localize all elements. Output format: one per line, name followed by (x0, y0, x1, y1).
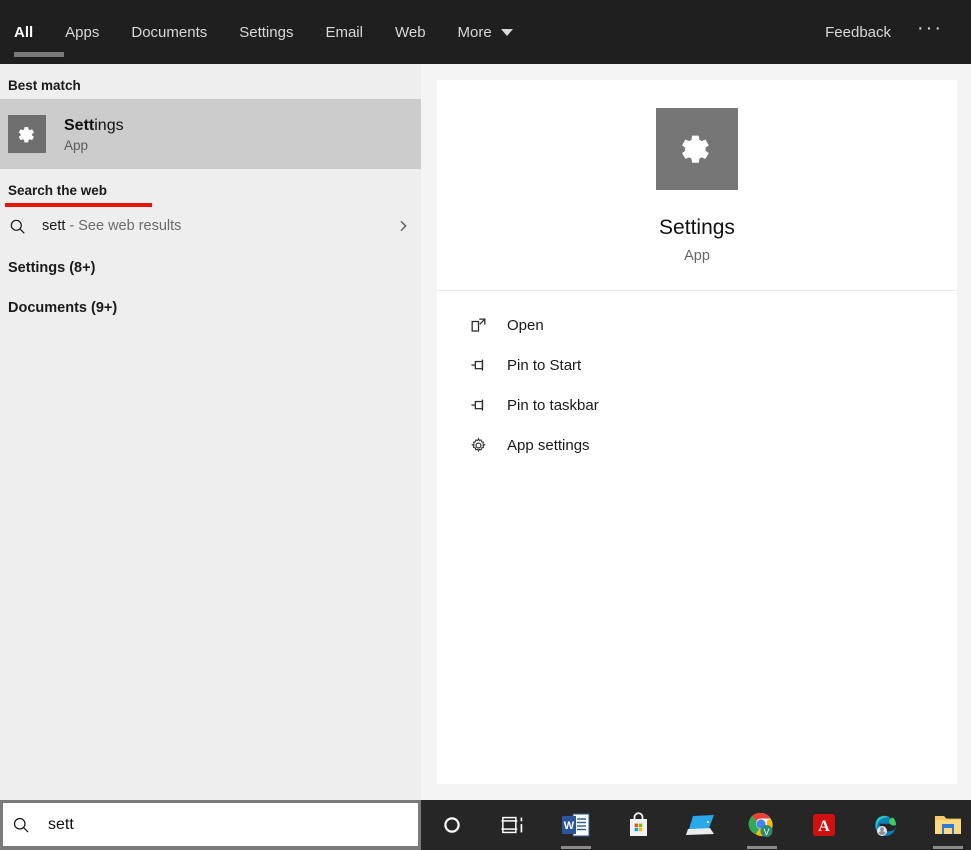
tab-settings[interactable]: Settings (223, 0, 309, 64)
best-match-title: Settings (64, 116, 124, 135)
chevron-down-icon (500, 28, 513, 36)
action-pin-to-taskbar[interactable]: Pin to taskbar (437, 385, 957, 425)
search-icon (8, 217, 36, 236)
best-match-text: Settings App (64, 116, 124, 153)
best-match-title-rest: ings (94, 116, 124, 134)
header-actions: Feedback ··· (811, 0, 971, 64)
running-indicator (933, 846, 963, 849)
taskbar-item-edge[interactable] (855, 800, 917, 850)
app-actions-list: Open Pin to Start Pin to taskbar App set… (437, 291, 957, 465)
tab-documents[interactable]: Documents (115, 0, 223, 64)
search-input-value: sett (48, 815, 74, 833)
taskbar: W V A (421, 800, 971, 850)
gear-icon (8, 115, 46, 153)
tab-more-label: More (457, 23, 492, 41)
running-indicator (561, 846, 591, 849)
search-header: All Apps Documents Settings Email Web Mo… (0, 0, 971, 64)
action-pin-to-start[interactable]: Pin to Start (437, 345, 957, 385)
tab-web-label: Web (394, 23, 426, 41)
tab-all[interactable]: All (0, 0, 65, 64)
action-pin-to-start-label: Pin to Start (507, 356, 582, 374)
search-web-heading: Search the web (8, 183, 108, 198)
category-documents[interactable]: Documents (9+) (0, 288, 421, 328)
action-app-settings-label: App settings (507, 436, 590, 454)
tab-apps[interactable]: Apps (49, 0, 115, 64)
app-preview-panel: Settings App Open Pin to Start Pin to ta… (437, 80, 957, 784)
pin-icon (469, 356, 503, 375)
tab-documents-label: Documents (131, 23, 208, 41)
taskbar-item-word[interactable]: W (545, 800, 607, 850)
category-settings[interactable]: Settings (8+) (0, 248, 421, 288)
annotation-underline (5, 203, 152, 207)
chevron-right-icon[interactable] (395, 218, 411, 234)
web-result-suffix: - See web results (65, 218, 182, 234)
svg-text:W: W (564, 820, 575, 832)
open-external-icon (469, 316, 503, 335)
preview-app-type: App (684, 248, 710, 264)
action-open-label: Open (507, 316, 544, 334)
svg-text:V: V (763, 827, 769, 837)
search-icon (11, 815, 31, 835)
action-app-settings[interactable]: App settings (437, 425, 957, 465)
web-result-row[interactable]: sett - See web results (0, 204, 421, 248)
best-match-title-match: Sett (64, 116, 95, 134)
preview-app-title: Settings (659, 216, 735, 239)
preview-header: Settings App (437, 80, 957, 264)
web-result-label: sett - See web results (42, 218, 395, 234)
feedback-button[interactable]: Feedback (811, 24, 905, 41)
taskbar-item-task-view[interactable] (483, 800, 545, 850)
results-sidebar: Best match Settings App Search the web s… (0, 64, 421, 800)
pin-icon (469, 396, 503, 415)
category-settings-label: Settings (8+) (8, 260, 96, 276)
tab-email-label: Email (325, 23, 363, 41)
taskbar-item-remote-desktop[interactable] (669, 800, 731, 850)
gear-icon (656, 108, 738, 190)
filter-tabs: All Apps Documents Settings Email Web Mo… (0, 0, 529, 64)
taskbar-item-store[interactable] (607, 800, 669, 850)
windows-search-panel: All Apps Documents Settings Email Web Mo… (0, 0, 971, 850)
tab-email[interactable]: Email (309, 0, 379, 64)
taskbar-item-acrobat[interactable]: A (793, 800, 855, 850)
category-documents-label: Documents (9+) (8, 300, 118, 316)
best-match-result-settings[interactable]: Settings App (0, 99, 421, 207)
web-result-query: sett (42, 218, 66, 234)
search-bar: sett (0, 800, 421, 850)
svg-text:A: A (818, 818, 830, 835)
gear-icon (469, 436, 503, 455)
action-open[interactable]: Open (437, 305, 957, 345)
tab-all-label: All (14, 23, 34, 41)
taskbar-item-file-explorer[interactable] (917, 800, 971, 850)
taskbar-item-cortana[interactable] (421, 800, 483, 850)
tab-more[interactable]: More (442, 0, 529, 64)
best-match-heading: Best match (8, 78, 81, 93)
taskbar-item-chrome[interactable]: V (731, 800, 793, 850)
running-indicator (747, 846, 777, 849)
tab-apps-label: Apps (65, 23, 100, 41)
best-match-subtitle: App (64, 137, 89, 153)
tab-settings-label: Settings (239, 23, 294, 41)
more-options-icon[interactable]: ··· (905, 18, 955, 41)
tab-web[interactable]: Web (379, 0, 442, 64)
search-input[interactable]: sett (3, 803, 418, 846)
action-pin-to-taskbar-label: Pin to taskbar (507, 396, 599, 414)
